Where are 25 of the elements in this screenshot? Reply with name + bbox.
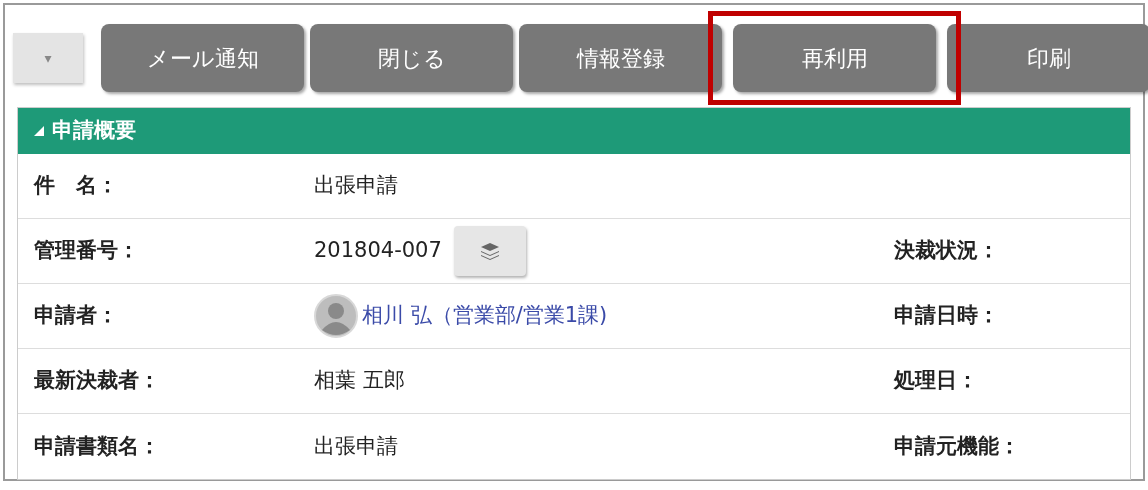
- panel-header[interactable]: 申請概要: [18, 108, 1130, 154]
- field-label: 処理日：: [894, 367, 978, 395]
- field-label: 申請元機能：: [894, 432, 1020, 460]
- field-label: 申請者：: [33, 302, 119, 330]
- menu-button[interactable]: ▾: [13, 33, 83, 83]
- field-label: 件 名：: [32, 172, 119, 200]
- field-label: 決裁状況：: [894, 237, 999, 265]
- avatar-icon: [314, 294, 358, 338]
- user-link[interactable]: 相川 弘（営業部/営業1課): [362, 300, 608, 332]
- toolbar-button[interactable]: 再利用: [733, 24, 936, 92]
- layers-icon: [479, 242, 500, 260]
- toolbar-button[interactable]: 印刷: [947, 24, 1148, 92]
- field-label: 管理番号：: [33, 237, 140, 265]
- field-label: 申請書類名：: [33, 432, 161, 460]
- toolbar-button[interactable]: 情報登録: [519, 24, 722, 92]
- field-label: 最新決裁者：: [33, 367, 161, 395]
- field-value: 相葉 五郎: [314, 368, 405, 393]
- toolbar-button[interactable]: メール通知: [101, 24, 304, 92]
- panel-title: 申請概要: [52, 117, 136, 145]
- field-value: 出張申請: [314, 433, 398, 458]
- layers-button[interactable]: [453, 226, 526, 276]
- field-label: 申請日時：: [894, 302, 999, 330]
- toolbar-button[interactable]: 閉じる: [310, 24, 513, 92]
- management-number: 201804-007: [314, 237, 442, 265]
- field-value: 出張申請: [314, 173, 398, 198]
